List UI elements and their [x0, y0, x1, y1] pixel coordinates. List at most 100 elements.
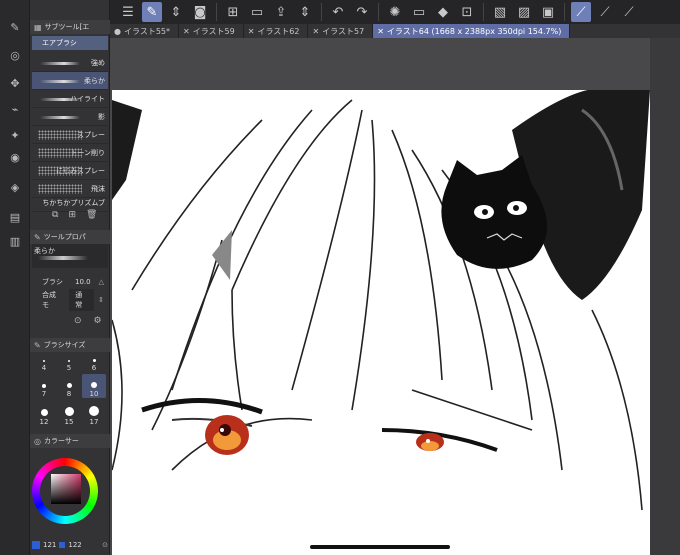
tool-bar: ✎ ◎ ✥ ⌁ ✦ ◉ ◈ ▤ ▥	[0, 0, 30, 555]
blend-mode-select[interactable]: 通常	[69, 289, 95, 311]
brush-c-icon[interactable]: ⟋	[619, 2, 639, 22]
chevron-updown-icon[interactable]: ⇕	[98, 296, 104, 304]
reset-icon[interactable]: ⊙	[74, 316, 82, 326]
size-cell-15[interactable]: 15	[57, 402, 81, 426]
toolbar-divider	[564, 3, 565, 21]
color-value-2: 122	[68, 541, 82, 549]
fill-icon[interactable]: ◆	[433, 2, 453, 22]
settings-wrench-icon[interactable]: ⚙	[94, 316, 102, 326]
size-cell-6[interactable]: 6	[82, 348, 106, 372]
size-cell-4[interactable]: 4	[32, 348, 56, 372]
brush-item-blur-spray[interactable]: にじみスプレー	[32, 162, 108, 180]
main-color-swatch[interactable]	[32, 541, 40, 549]
menu-icon[interactable]: ☰	[118, 2, 138, 22]
brush-preview	[38, 148, 82, 158]
eyedropper-tool-icon[interactable]: ◎	[5, 46, 25, 64]
fill-tool-icon[interactable]: ◉	[5, 148, 25, 166]
canvas-area[interactable]	[110, 38, 680, 555]
clear-icon[interactable]: ▭	[409, 2, 429, 22]
brush-preview	[40, 62, 80, 65]
home-indicator[interactable]	[310, 545, 450, 549]
tab-illust-59[interactable]: ✕ イラスト59	[179, 24, 244, 38]
close-icon[interactable]: ✕	[248, 27, 255, 36]
open-icon[interactable]: ▭	[247, 2, 267, 22]
size-label: 15	[64, 418, 74, 426]
size-cell-8[interactable]: 8	[57, 374, 81, 398]
pressure-icon[interactable]: △	[99, 278, 104, 286]
mask-icon[interactable]: ▧	[490, 2, 510, 22]
sub-color-swatch[interactable]	[59, 542, 66, 548]
size-cell-7[interactable]: 7	[32, 374, 56, 398]
brush-item-spray[interactable]: スプレー	[32, 126, 108, 144]
subtool-palette-header[interactable]: ▦ サブツール[エ	[30, 20, 110, 34]
new-icon[interactable]: ⊞	[223, 2, 243, 22]
select-icon[interactable]: ▨	[514, 2, 534, 22]
drawing-canvas[interactable]	[112, 90, 650, 555]
brush-item-strong[interactable]: 強め	[32, 54, 108, 72]
tab-illust-57[interactable]: ✕ イラスト57	[308, 24, 374, 38]
tab-illust-62[interactable]: ✕ イラスト62	[244, 24, 309, 38]
tab-label: イラスト55*	[123, 26, 171, 36]
updown-2-icon[interactable]: ⇕	[295, 2, 315, 22]
brush-size-row[interactable]: ブラシ 10.0 △	[32, 274, 108, 290]
toolbar-divider	[378, 3, 379, 21]
size-dot	[40, 409, 48, 416]
delete-subtool-icon[interactable]: 🗑	[86, 210, 97, 220]
blend-mode-row[interactable]: 合成モ 通常 ⇕	[32, 289, 108, 311]
close-icon[interactable]: ●	[114, 27, 121, 36]
size-cell-12[interactable]: 12	[32, 402, 56, 426]
brush-tool-icon[interactable]: ⌁	[5, 100, 25, 118]
color-value-1: 121	[43, 541, 57, 549]
right-panel-edge	[650, 38, 680, 555]
color-palette-header[interactable]: ◎ カラーサー	[30, 434, 110, 448]
brush-preview	[40, 80, 80, 83]
text-tool-icon[interactable]: ▥	[5, 232, 25, 250]
close-icon[interactable]: ✕	[312, 27, 319, 36]
move-tool-icon[interactable]: ✥	[5, 74, 25, 92]
brush-item-tone-scrape[interactable]: トーン削り	[32, 144, 108, 162]
new-subtool-icon[interactable]: ⊞	[68, 210, 76, 220]
pen-icon[interactable]: ✎	[142, 2, 162, 22]
transform-icon[interactable]: ⊡	[457, 2, 477, 22]
tab-label: イラスト64 (1668 x 2388px 350dpi 154.7%)	[386, 26, 562, 36]
brush-item-highlight[interactable]: ハイライト	[32, 90, 108, 108]
top-toolbar: ☰ ✎ ⇕ ◙ ⊞ ▭ ⇪ ⇕ ↶ ↷ ✺ ▭ ◆ ⊡ ▧ ▨ ▣ ⟋ ⟋ ⟋	[110, 0, 680, 24]
loading-icon[interactable]: ✺	[385, 2, 405, 22]
toolbar-divider	[483, 3, 484, 21]
toolprop-palette-title: ツールプロパ	[43, 233, 86, 241]
brush-item-shadow[interactable]: 影	[32, 108, 108, 126]
brush-item-label: 柔らか	[84, 76, 105, 85]
shape-tool-icon[interactable]: ◈	[5, 178, 25, 196]
close-icon[interactable]: ✕	[377, 27, 384, 36]
saturation-value-square[interactable]	[51, 474, 81, 504]
frame-tool-icon[interactable]: ▤	[5, 208, 25, 226]
brush-a-icon[interactable]: ⟋	[571, 2, 591, 22]
size-label: 7	[41, 390, 47, 398]
layer-icon[interactable]: ◙	[190, 2, 210, 22]
redo-icon[interactable]: ↷	[352, 2, 372, 22]
brush-b-icon[interactable]: ⟋	[595, 2, 615, 22]
toolprop-palette-header[interactable]: ✎ ツールプロパ	[30, 230, 110, 244]
size-label: 8	[66, 390, 72, 398]
pen-tool-icon[interactable]: ✎	[5, 18, 25, 36]
document-tabs: ● イラスト55* ✕ イラスト59 ✕ イラスト62 ✕ イラスト57 ✕ イ…	[110, 24, 680, 38]
color-settings-icon[interactable]: ⊙	[102, 541, 108, 549]
save-icon[interactable]: ⇪	[271, 2, 291, 22]
airbrush-tool-icon[interactable]: ✦	[5, 126, 25, 144]
frame-icon[interactable]: ▣	[538, 2, 558, 22]
toolprop-stroke-preview	[38, 256, 88, 260]
brush-size-value[interactable]: 10.0	[75, 278, 91, 286]
copy-subtool-icon[interactable]: ⧉	[52, 210, 58, 220]
size-cell-10[interactable]: 10	[82, 374, 106, 398]
size-dot	[92, 359, 96, 362]
brush-item-soft[interactable]: 柔らか	[32, 72, 108, 90]
size-cell-17[interactable]: 17	[82, 402, 106, 426]
updown-icon[interactable]: ⇕	[166, 2, 186, 22]
tab-illust-55[interactable]: ● イラスト55*	[110, 24, 180, 38]
tab-illust-64[interactable]: ✕ イラスト64 (1668 x 2388px 350dpi 154.7%)	[373, 24, 571, 38]
subtool-group-airbrush[interactable]: エアブラシ	[32, 36, 108, 50]
close-icon[interactable]: ✕	[183, 27, 190, 36]
toolprop-preview: 柔らか	[32, 244, 108, 268]
size-cell-5[interactable]: 5	[57, 348, 81, 372]
undo-icon[interactable]: ↶	[328, 2, 348, 22]
